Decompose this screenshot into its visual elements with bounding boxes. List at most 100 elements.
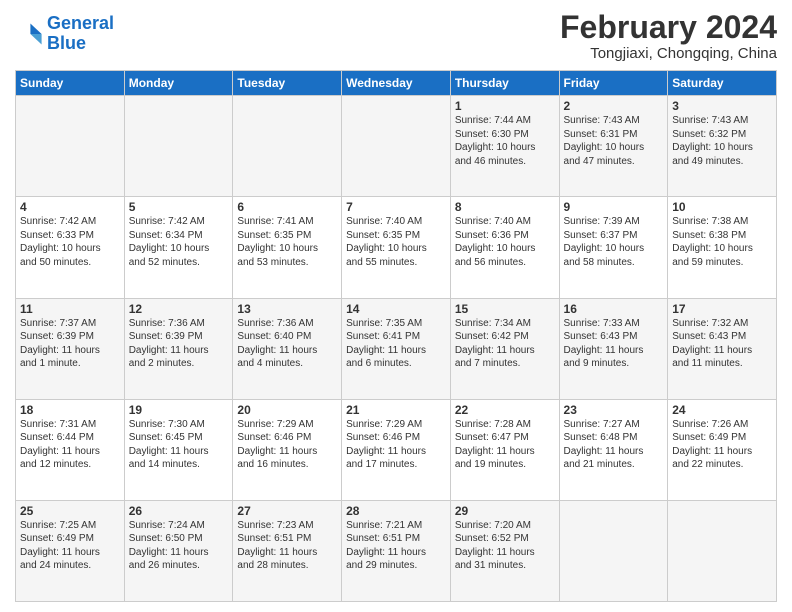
day-number: 6 bbox=[237, 200, 337, 214]
day-number: 18 bbox=[20, 403, 120, 417]
location: Tongjiaxi, Chongqing, China bbox=[560, 45, 777, 62]
day-info: Sunrise: 7:24 AM Sunset: 6:50 PM Dayligh… bbox=[129, 519, 229, 573]
day-number: 12 bbox=[129, 302, 229, 316]
calendar-cell: 8Sunrise: 7:40 AM Sunset: 6:36 PM Daylig… bbox=[450, 197, 559, 298]
calendar-week-4: 18Sunrise: 7:31 AM Sunset: 6:44 PM Dayli… bbox=[16, 399, 777, 500]
title-block: February 2024 Tongjiaxi, Chongqing, Chin… bbox=[560, 10, 777, 62]
day-info: Sunrise: 7:42 AM Sunset: 6:33 PM Dayligh… bbox=[20, 215, 120, 269]
page: General Blue February 2024 Tongjiaxi, Ch… bbox=[0, 0, 792, 612]
day-number: 26 bbox=[129, 504, 229, 518]
calendar-cell: 2Sunrise: 7:43 AM Sunset: 6:31 PM Daylig… bbox=[559, 96, 668, 197]
calendar-cell: 7Sunrise: 7:40 AM Sunset: 6:35 PM Daylig… bbox=[342, 197, 451, 298]
day-info: Sunrise: 7:30 AM Sunset: 6:45 PM Dayligh… bbox=[129, 418, 229, 472]
day-number: 20 bbox=[237, 403, 337, 417]
day-info: Sunrise: 7:26 AM Sunset: 6:49 PM Dayligh… bbox=[672, 418, 772, 472]
day-info: Sunrise: 7:36 AM Sunset: 6:39 PM Dayligh… bbox=[129, 317, 229, 371]
day-number: 11 bbox=[20, 302, 120, 316]
day-info: Sunrise: 7:33 AM Sunset: 6:43 PM Dayligh… bbox=[564, 317, 664, 371]
calendar-cell bbox=[124, 96, 233, 197]
col-monday: Monday bbox=[124, 71, 233, 96]
col-tuesday: Tuesday bbox=[233, 71, 342, 96]
calendar-cell: 6Sunrise: 7:41 AM Sunset: 6:35 PM Daylig… bbox=[233, 197, 342, 298]
day-info: Sunrise: 7:28 AM Sunset: 6:47 PM Dayligh… bbox=[455, 418, 555, 472]
col-saturday: Saturday bbox=[668, 71, 777, 96]
day-number: 24 bbox=[672, 403, 772, 417]
calendar-cell: 3Sunrise: 7:43 AM Sunset: 6:32 PM Daylig… bbox=[668, 96, 777, 197]
day-info: Sunrise: 7:31 AM Sunset: 6:44 PM Dayligh… bbox=[20, 418, 120, 472]
day-info: Sunrise: 7:38 AM Sunset: 6:38 PM Dayligh… bbox=[672, 215, 772, 269]
day-info: Sunrise: 7:29 AM Sunset: 6:46 PM Dayligh… bbox=[237, 418, 337, 472]
calendar-cell bbox=[559, 500, 668, 601]
calendar-cell: 23Sunrise: 7:27 AM Sunset: 6:48 PM Dayli… bbox=[559, 399, 668, 500]
calendar-week-5: 25Sunrise: 7:25 AM Sunset: 6:49 PM Dayli… bbox=[16, 500, 777, 601]
day-info: Sunrise: 7:29 AM Sunset: 6:46 PM Dayligh… bbox=[346, 418, 446, 472]
calendar-week-3: 11Sunrise: 7:37 AM Sunset: 6:39 PM Dayli… bbox=[16, 298, 777, 399]
day-number: 22 bbox=[455, 403, 555, 417]
day-info: Sunrise: 7:34 AM Sunset: 6:42 PM Dayligh… bbox=[455, 317, 555, 371]
calendar-cell: 21Sunrise: 7:29 AM Sunset: 6:46 PM Dayli… bbox=[342, 399, 451, 500]
logo-icon bbox=[15, 20, 43, 48]
day-number: 23 bbox=[564, 403, 664, 417]
day-info: Sunrise: 7:32 AM Sunset: 6:43 PM Dayligh… bbox=[672, 317, 772, 371]
day-number: 14 bbox=[346, 302, 446, 316]
day-number: 29 bbox=[455, 504, 555, 518]
calendar-cell: 24Sunrise: 7:26 AM Sunset: 6:49 PM Dayli… bbox=[668, 399, 777, 500]
day-number: 4 bbox=[20, 200, 120, 214]
day-info: Sunrise: 7:40 AM Sunset: 6:36 PM Dayligh… bbox=[455, 215, 555, 269]
day-number: 9 bbox=[564, 200, 664, 214]
calendar-table: Sunday Monday Tuesday Wednesday Thursday… bbox=[15, 70, 777, 602]
calendar-cell bbox=[342, 96, 451, 197]
day-number: 15 bbox=[455, 302, 555, 316]
day-number: 5 bbox=[129, 200, 229, 214]
calendar-cell: 5Sunrise: 7:42 AM Sunset: 6:34 PM Daylig… bbox=[124, 197, 233, 298]
calendar-cell: 19Sunrise: 7:30 AM Sunset: 6:45 PM Dayli… bbox=[124, 399, 233, 500]
calendar-cell bbox=[16, 96, 125, 197]
calendar-cell: 13Sunrise: 7:36 AM Sunset: 6:40 PM Dayli… bbox=[233, 298, 342, 399]
calendar-cell: 12Sunrise: 7:36 AM Sunset: 6:39 PM Dayli… bbox=[124, 298, 233, 399]
day-number: 2 bbox=[564, 99, 664, 113]
day-number: 1 bbox=[455, 99, 555, 113]
calendar-cell: 25Sunrise: 7:25 AM Sunset: 6:49 PM Dayli… bbox=[16, 500, 125, 601]
day-info: Sunrise: 7:40 AM Sunset: 6:35 PM Dayligh… bbox=[346, 215, 446, 269]
day-number: 19 bbox=[129, 403, 229, 417]
day-info: Sunrise: 7:44 AM Sunset: 6:30 PM Dayligh… bbox=[455, 114, 555, 168]
calendar-cell bbox=[233, 96, 342, 197]
day-info: Sunrise: 7:36 AM Sunset: 6:40 PM Dayligh… bbox=[237, 317, 337, 371]
calendar-week-1: 1Sunrise: 7:44 AM Sunset: 6:30 PM Daylig… bbox=[16, 96, 777, 197]
calendar-cell: 29Sunrise: 7:20 AM Sunset: 6:52 PM Dayli… bbox=[450, 500, 559, 601]
day-info: Sunrise: 7:21 AM Sunset: 6:51 PM Dayligh… bbox=[346, 519, 446, 573]
day-number: 3 bbox=[672, 99, 772, 113]
calendar-cell: 4Sunrise: 7:42 AM Sunset: 6:33 PM Daylig… bbox=[16, 197, 125, 298]
calendar-week-2: 4Sunrise: 7:42 AM Sunset: 6:33 PM Daylig… bbox=[16, 197, 777, 298]
calendar-cell: 1Sunrise: 7:44 AM Sunset: 6:30 PM Daylig… bbox=[450, 96, 559, 197]
logo-line2: Blue bbox=[47, 33, 86, 53]
header: General Blue February 2024 Tongjiaxi, Ch… bbox=[15, 10, 777, 62]
day-info: Sunrise: 7:43 AM Sunset: 6:31 PM Dayligh… bbox=[564, 114, 664, 168]
calendar-cell: 16Sunrise: 7:33 AM Sunset: 6:43 PM Dayli… bbox=[559, 298, 668, 399]
calendar-cell: 17Sunrise: 7:32 AM Sunset: 6:43 PM Dayli… bbox=[668, 298, 777, 399]
calendar-cell: 18Sunrise: 7:31 AM Sunset: 6:44 PM Dayli… bbox=[16, 399, 125, 500]
calendar-header-row: Sunday Monday Tuesday Wednesday Thursday… bbox=[16, 71, 777, 96]
calendar-cell: 22Sunrise: 7:28 AM Sunset: 6:47 PM Dayli… bbox=[450, 399, 559, 500]
day-number: 7 bbox=[346, 200, 446, 214]
day-number: 28 bbox=[346, 504, 446, 518]
day-info: Sunrise: 7:43 AM Sunset: 6:32 PM Dayligh… bbox=[672, 114, 772, 168]
day-info: Sunrise: 7:25 AM Sunset: 6:49 PM Dayligh… bbox=[20, 519, 120, 573]
logo-line1: General bbox=[47, 13, 114, 33]
day-info: Sunrise: 7:20 AM Sunset: 6:52 PM Dayligh… bbox=[455, 519, 555, 573]
day-info: Sunrise: 7:39 AM Sunset: 6:37 PM Dayligh… bbox=[564, 215, 664, 269]
day-info: Sunrise: 7:35 AM Sunset: 6:41 PM Dayligh… bbox=[346, 317, 446, 371]
logo: General Blue bbox=[15, 10, 114, 54]
calendar-cell: 14Sunrise: 7:35 AM Sunset: 6:41 PM Dayli… bbox=[342, 298, 451, 399]
day-info: Sunrise: 7:27 AM Sunset: 6:48 PM Dayligh… bbox=[564, 418, 664, 472]
calendar-cell: 10Sunrise: 7:38 AM Sunset: 6:38 PM Dayli… bbox=[668, 197, 777, 298]
calendar-cell: 27Sunrise: 7:23 AM Sunset: 6:51 PM Dayli… bbox=[233, 500, 342, 601]
day-number: 16 bbox=[564, 302, 664, 316]
calendar-cell bbox=[668, 500, 777, 601]
day-number: 10 bbox=[672, 200, 772, 214]
calendar-cell: 26Sunrise: 7:24 AM Sunset: 6:50 PM Dayli… bbox=[124, 500, 233, 601]
day-number: 21 bbox=[346, 403, 446, 417]
calendar-cell: 28Sunrise: 7:21 AM Sunset: 6:51 PM Dayli… bbox=[342, 500, 451, 601]
calendar-cell: 11Sunrise: 7:37 AM Sunset: 6:39 PM Dayli… bbox=[16, 298, 125, 399]
day-info: Sunrise: 7:41 AM Sunset: 6:35 PM Dayligh… bbox=[237, 215, 337, 269]
